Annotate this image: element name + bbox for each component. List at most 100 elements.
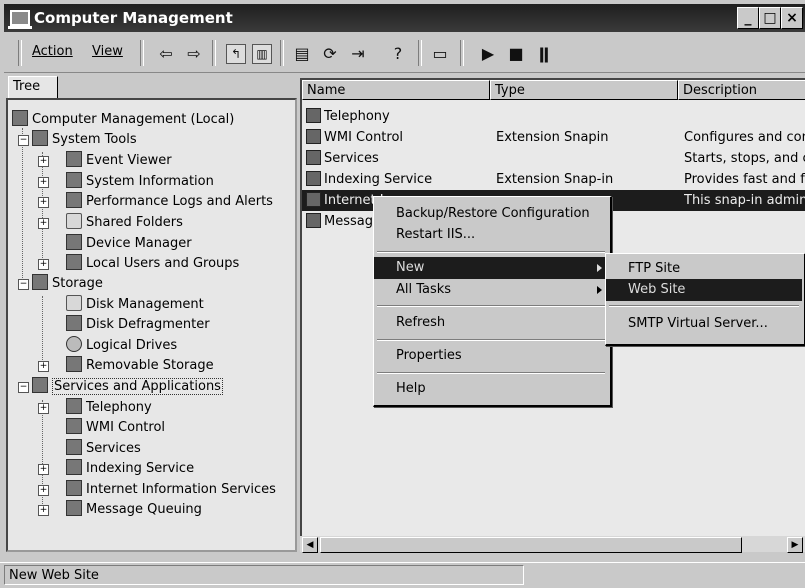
menu-item-properties[interactable]: Properties	[374, 345, 608, 367]
list-cell-type: Extension Snap-in	[496, 172, 614, 187]
expand-performance-logs[interactable]: +	[38, 197, 49, 208]
tree-item-system-tools[interactable]: System Tools	[32, 130, 137, 150]
show-hide-tree-icon[interactable]: ▥	[252, 44, 272, 64]
back-icon[interactable]: ⇦	[156, 44, 176, 64]
menu-item-restart-iis[interactable]: Restart IIS...	[374, 224, 608, 246]
column-header-description[interactable]: Description	[678, 80, 805, 100]
close-button[interactable]: ×	[781, 7, 803, 29]
tree-item-system-information[interactable]: System Information	[66, 172, 214, 192]
toolbar-separator	[418, 40, 422, 66]
action-menu-label: Action	[32, 44, 73, 59]
status-text: New Web Site	[4, 565, 524, 585]
tree-line	[42, 152, 43, 266]
list-cell-name: Telephony	[306, 106, 486, 127]
tree-item-indexing-service[interactable]: Indexing Service	[66, 459, 194, 479]
tree-item-performance-logs[interactable]: Performance Logs and Alerts	[66, 192, 273, 212]
collapse-services-applications[interactable]: −	[18, 382, 29, 393]
tree-item-logical-drives[interactable]: Logical Drives	[66, 336, 177, 356]
list-cell-description: This snap-in adminis	[684, 193, 805, 208]
message-queuing-icon	[66, 500, 82, 516]
tree-item-telephony[interactable]: Telephony	[66, 398, 152, 418]
help-icon[interactable]: ?	[388, 44, 408, 64]
toolbar-separator	[460, 40, 464, 66]
list-row-services[interactable]: Services Starts, stops, and c	[302, 148, 805, 169]
pause-icon[interactable]: ǁ	[534, 44, 554, 64]
expand-system-information[interactable]: +	[38, 177, 49, 188]
horizontal-scrollbar[interactable]: ◀ ▶	[300, 536, 805, 553]
list-row-indexing-service[interactable]: Indexing Service Extension Snap-in Provi…	[302, 169, 805, 190]
menu-item-help[interactable]: Help	[374, 378, 608, 400]
menu-item-smtp-virtual-server[interactable]: SMTP Virtual Server...	[606, 313, 802, 335]
tree-item-services-applications[interactable]: Services and Applications	[32, 377, 223, 397]
tree-item-local-users[interactable]: Local Users and Groups	[66, 254, 239, 274]
view-menu-label: View	[92, 44, 123, 59]
tree-item-label: Performance Logs and Alerts	[86, 194, 273, 209]
tree-item-removable-storage[interactable]: Removable Storage	[66, 356, 214, 376]
tree-item-message-queuing[interactable]: Message Queuing	[66, 500, 202, 520]
menu-item-ftp-site[interactable]: FTP Site	[606, 258, 802, 280]
services-icon	[66, 439, 82, 455]
refresh-icon[interactable]: ⟳	[320, 44, 340, 64]
menu-item-new[interactable]: New	[374, 257, 608, 279]
tree-item-label: Services and Applications	[52, 378, 223, 395]
menu-item-backup-restore[interactable]: Backup/Restore Configuration	[374, 203, 608, 225]
tree-item-label: Internet Information Services	[86, 482, 276, 497]
minimize-button[interactable]: _	[737, 7, 759, 29]
column-header-type[interactable]: Type	[490, 80, 678, 100]
toolbar: Action View ⇦ ⇨ ↰ ▥ ▤ ⟳ ⇥ ? ▭ ▶ ■ ǁ	[4, 36, 805, 73]
tree-item-computer-management[interactable]: Computer Management (Local)	[12, 110, 234, 130]
title-bar[interactable]: Computer Management _ □ ×	[4, 4, 805, 32]
shared-folders-icon	[66, 213, 82, 229]
expand-indexing-service[interactable]: +	[38, 464, 49, 475]
list-cell-name: Services	[306, 148, 486, 169]
scrollbar-thumb[interactable]	[320, 537, 742, 553]
export-list-icon[interactable]: ⇥	[348, 44, 368, 64]
tree-item-label: Disk Defragmenter	[86, 317, 210, 332]
menu-item-all-tasks[interactable]: All Tasks	[374, 279, 608, 301]
tree-item-disk-management[interactable]: Disk Management	[66, 295, 204, 315]
collapse-system-tools[interactable]: −	[18, 135, 29, 146]
expand-telephony[interactable]: +	[38, 403, 49, 414]
tree-item-label: Telephony	[86, 400, 152, 415]
menu-item-web-site[interactable]: Web Site	[606, 279, 802, 301]
computer-icon[interactable]: ▭	[430, 44, 450, 64]
action-menu[interactable]: Action	[32, 44, 73, 59]
tree-item-storage[interactable]: Storage	[32, 274, 103, 294]
list-row-telephony[interactable]: Telephony	[302, 106, 805, 127]
scroll-left-icon[interactable]: ◀	[302, 537, 318, 553]
toolbar-grip	[18, 40, 22, 66]
expand-shared-folders[interactable]: +	[38, 218, 49, 229]
list-item-name: Services	[324, 151, 379, 166]
expand-message-queuing[interactable]: +	[38, 505, 49, 516]
expand-event-viewer[interactable]: +	[38, 156, 49, 167]
scroll-right-icon[interactable]: ▶	[787, 537, 803, 553]
tree-item-disk-defragmenter[interactable]: Disk Defragmenter	[66, 315, 210, 335]
list-cell-name: Indexing Service	[306, 169, 486, 190]
tree-item-wmi-control[interactable]: WMI Control	[66, 418, 165, 438]
collapse-storage[interactable]: −	[18, 279, 29, 290]
view-menu[interactable]: View	[92, 44, 123, 59]
expand-local-users[interactable]: +	[38, 259, 49, 270]
tree-item-iis[interactable]: Internet Information Services	[66, 480, 276, 500]
tab-tree[interactable]: Tree	[8, 76, 58, 99]
list-row-wmi-control[interactable]: WMI Control Extension Snapin Configures …	[302, 127, 805, 148]
forward-icon[interactable]: ⇨	[184, 44, 204, 64]
tree-item-event-viewer[interactable]: Event Viewer	[66, 151, 172, 171]
menu-item-refresh[interactable]: Refresh	[374, 312, 608, 334]
tree-item-shared-folders[interactable]: Shared Folders	[66, 213, 183, 233]
toolbar-separator	[140, 40, 144, 66]
expand-iis[interactable]: +	[38, 485, 49, 496]
tree-item-device-manager[interactable]: Device Manager	[66, 234, 192, 254]
properties-icon[interactable]: ▤	[292, 44, 312, 64]
indexing-icon	[306, 171, 321, 186]
up-folder-icon[interactable]: ↰	[226, 44, 246, 64]
column-header-name[interactable]: Name	[302, 80, 490, 100]
computer-icon	[12, 110, 28, 126]
expand-removable-storage[interactable]: +	[38, 361, 49, 372]
tree-item-services[interactable]: Services	[66, 439, 141, 459]
status-bar: New Web Site	[0, 562, 805, 588]
maximize-button[interactable]: □	[759, 7, 781, 29]
wmi-icon	[66, 418, 82, 434]
stop-icon[interactable]: ■	[506, 44, 526, 64]
play-icon[interactable]: ▶	[478, 44, 498, 64]
